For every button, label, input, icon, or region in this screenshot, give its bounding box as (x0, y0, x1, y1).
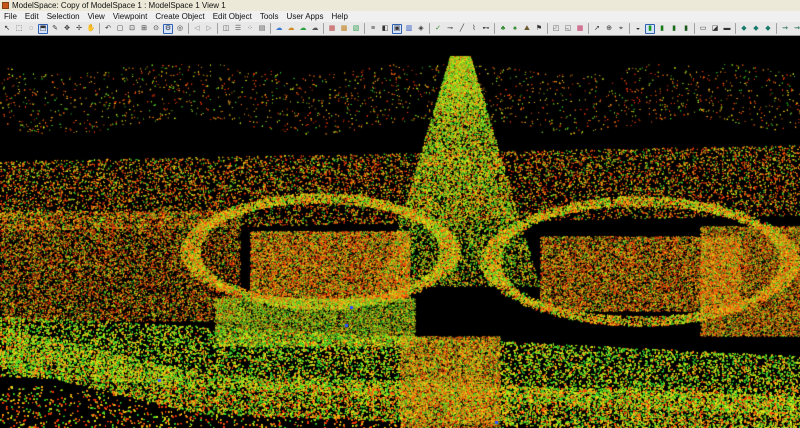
zoom-window-icon[interactable]: ⊞ (139, 24, 149, 34)
toolbar-separator (494, 23, 495, 34)
zoom-icon[interactable]: ⊙ (151, 24, 161, 34)
toolbar-separator (217, 23, 218, 34)
view-layers-icon[interactable]: ☰ (233, 24, 243, 34)
terrain-icon[interactable]: ⛰ (522, 24, 532, 34)
orbit-icon[interactable]: ◎ (175, 24, 185, 34)
battery-level2-icon[interactable]: ▮ (657, 24, 667, 34)
toolbar-separator (323, 23, 324, 34)
palette-icon[interactable]: ◪ (710, 24, 720, 34)
pencil-icon[interactable]: ✎ (50, 24, 60, 34)
undo-icon[interactable]: ↶ (103, 24, 113, 34)
rotate-icon[interactable]: ✢ (74, 24, 84, 34)
polyline-icon[interactable]: ⌇ (469, 24, 479, 34)
box-view-icon[interactable]: ▢ (115, 24, 125, 34)
snap-icon[interactable]: ⌖ (616, 24, 626, 34)
toolbar-separator (188, 23, 189, 34)
mesh-icon[interactable]: ◰ (551, 24, 561, 34)
cloud-color-icon[interactable]: ☁ (298, 24, 308, 34)
battery-level3-icon[interactable]: ▮ (669, 24, 679, 34)
point-size-1-icon[interactable]: ◆ (739, 24, 749, 34)
intensity-icon[interactable]: ▩ (339, 24, 349, 34)
cloud-icon[interactable]: ☁ (274, 24, 284, 34)
toolbar-separator (547, 23, 548, 34)
battery-level4-icon[interactable]: ▮ (681, 24, 691, 34)
fit-view-icon[interactable]: ⊡ (127, 24, 137, 34)
toolbar-separator (776, 23, 777, 34)
view-surface-icon[interactable]: ▤ (257, 24, 267, 34)
menu-user-apps[interactable]: User Apps (283, 11, 328, 22)
point-size-2-icon[interactable]: ◆ (751, 24, 761, 34)
menu-create-object[interactable]: Create Object (151, 11, 208, 22)
cloud-filter-icon[interactable]: ☁ (286, 24, 296, 34)
color-map-icon[interactable]: ▦ (327, 24, 337, 34)
target-icon[interactable]: ⊕ (604, 24, 614, 34)
toolbar-separator (694, 23, 695, 34)
application-window: ModelSpace: Copy of ModelSpace 1 : Model… (0, 0, 800, 428)
view-points-icon[interactable]: ⁘ (245, 24, 255, 34)
battery-full-icon[interactable]: ▮ (645, 23, 655, 34)
link-2-icon[interactable]: ⇝ (792, 24, 800, 34)
settings-icon[interactable]: ⚙ (163, 23, 173, 34)
display-icon[interactable]: ▬ (722, 24, 732, 34)
forward-icon[interactable]: ▷ (204, 24, 214, 34)
menu-selection[interactable]: Selection (43, 11, 84, 22)
menu-file[interactable]: File (0, 11, 21, 22)
select-fence-icon[interactable]: ⬒ (38, 23, 48, 34)
toolbar-separator (99, 23, 100, 34)
tile-icon[interactable]: ▭ (698, 24, 708, 34)
back-icon[interactable]: ◁ (192, 24, 202, 34)
chart-bars-icon[interactable]: ▥ (404, 24, 414, 34)
3d-viewport[interactable] (0, 36, 800, 428)
toolbar-separator (588, 23, 589, 34)
check-icon[interactable]: ✓ (433, 24, 443, 34)
select-rect-icon[interactable]: ⬚ (14, 24, 24, 34)
menu-tools[interactable]: Tools (256, 11, 283, 22)
render-icon[interactable]: ◧ (380, 24, 390, 34)
plant-icon[interactable]: ♣ (498, 24, 508, 34)
layer-stack-icon[interactable]: ◈ (416, 24, 426, 34)
cloud-merge-icon[interactable]: ☁ (310, 24, 320, 34)
toolbar-separator (270, 23, 271, 34)
rgb-icon[interactable]: ▦ (575, 24, 585, 34)
menu-edit-object[interactable]: Edit Object (209, 11, 256, 22)
flag-icon[interactable]: ⚑ (534, 24, 544, 34)
menu-edit[interactable]: Edit (21, 11, 43, 22)
menu-bar: File Edit Selection View Viewpoint Create Obj… (0, 11, 800, 22)
measure-icon[interactable]: ⊸ (445, 24, 455, 34)
list-icon[interactable]: ≡ (368, 24, 378, 34)
tree-icon[interactable]: ♠ (510, 24, 520, 34)
section-icon[interactable]: ◱ (563, 24, 573, 34)
toolbar-separator (429, 23, 430, 34)
dimension-icon[interactable]: ⊷ (481, 24, 491, 34)
toolbar-separator (735, 23, 736, 34)
elevation-icon[interactable]: ▧ (351, 24, 361, 34)
link-1-icon[interactable]: ⇝ (780, 24, 790, 34)
select-lasso-icon[interactable]: ◌ (26, 24, 36, 34)
toolbar-separator (364, 23, 365, 34)
cursor-icon[interactable]: ➚ (592, 24, 602, 34)
window-title: ModelSpace: Copy of ModelSpace 1 : Model… (12, 1, 226, 10)
menu-viewpoint[interactable]: Viewpoint (109, 11, 152, 22)
app-icon (2, 2, 9, 10)
line-icon[interactable]: ╱ (457, 24, 467, 34)
layer-active-icon[interactable]: ▣ (392, 23, 402, 34)
toolbar-separator (629, 23, 630, 34)
main-toolbar: ↖ ⬚ ◌ ⬒ ✎ ✥ ✢ ✋ ↶ ▢ ⊡ ⊞ ⊙ ⚙ ◎ ◁ ▷ ◫ ☰ ⁘ ▤ ☁ ☁ ☁ ☁ ▦ ▩ ▧ ≡ ◧ ▣ ▥ ◈ ✓ ⊸ ╱ ⌇ ⊷ ♣ ♠… (0, 22, 800, 36)
point-cloud-canvas[interactable] (0, 36, 800, 428)
point-size-3-icon[interactable]: ◆ (763, 24, 773, 34)
menu-help[interactable]: Help (327, 11, 351, 22)
menu-view[interactable]: View (84, 11, 109, 22)
select-arrow-icon[interactable]: ↖ (2, 24, 12, 34)
title-bar: ModelSpace: Copy of ModelSpace 1 : Model… (0, 0, 800, 11)
gauge-icon[interactable]: ◒ (633, 24, 643, 34)
pan-icon[interactable]: ✋ (86, 24, 96, 34)
view-cube-icon[interactable]: ◫ (221, 24, 231, 34)
move-icon[interactable]: ✥ (62, 24, 72, 34)
